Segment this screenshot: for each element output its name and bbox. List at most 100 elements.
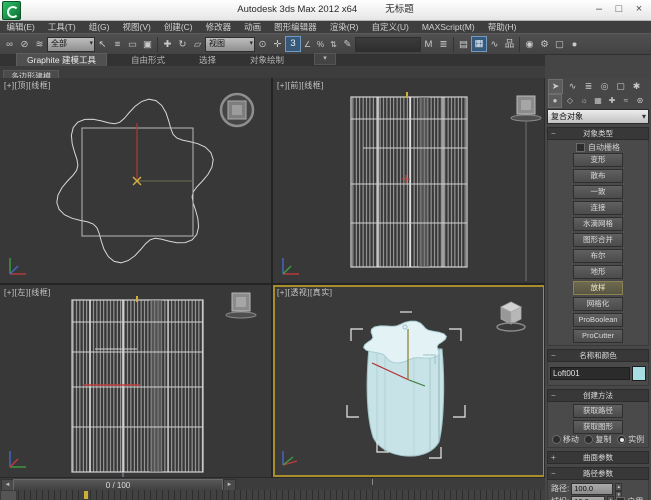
button-morph[interactable]: 变形: [573, 153, 623, 167]
render-icon[interactable]: ●: [567, 37, 582, 52]
menu-create[interactable]: 创建(C): [157, 21, 199, 33]
button-connect[interactable]: 连接: [573, 201, 623, 215]
track-bar[interactable]: [0, 490, 545, 500]
viewport-top[interactable]: [+][顶][线框]: [0, 78, 271, 283]
button-loft[interactable]: 放样: [573, 281, 623, 295]
snap-value-field[interactable]: 10.0: [571, 496, 605, 500]
button-boolean[interactable]: 布尔: [573, 249, 623, 263]
viewport-front-label[interactable]: [+][前][线框]: [277, 80, 324, 91]
select-object-icon[interactable]: ↖: [95, 37, 110, 52]
object-color-swatch[interactable]: [632, 366, 646, 381]
reference-coord-dropdown[interactable]: 视图 ▾: [205, 37, 255, 52]
tab-graphite-modeling[interactable]: Graphite 建模工具: [16, 53, 107, 66]
viewcube[interactable]: [511, 96, 541, 281]
edit-named-sets-icon[interactable]: ✎: [340, 37, 355, 52]
get-path-button[interactable]: 获取路径: [573, 404, 623, 418]
button-terrain[interactable]: 地形: [573, 265, 623, 279]
viewcube[interactable]: [226, 293, 256, 318]
radio-move[interactable]: 移动: [552, 434, 579, 445]
scale-icon[interactable]: ▱: [190, 37, 205, 52]
rendered-frame-icon[interactable]: ▢: [552, 37, 567, 52]
keyframe-marker[interactable]: [84, 491, 88, 499]
geometry-category-dropdown[interactable]: 复合对象 ▾: [547, 109, 649, 124]
tab-utilities-icon[interactable]: ✱: [630, 80, 643, 93]
category-spacewarps-icon[interactable]: ≈: [620, 95, 632, 107]
viewcube[interactable]: [221, 94, 253, 126]
category-lights-icon[interactable]: ☼: [578, 95, 590, 107]
button-shapemerge[interactable]: 图形合并: [573, 233, 623, 247]
category-shapes-icon[interactable]: ◇: [564, 95, 576, 107]
tab-motion-icon[interactable]: ◎: [598, 80, 611, 93]
selection-filter-dropdown[interactable]: 全部 ▾: [47, 37, 95, 52]
object-name-field[interactable]: [550, 367, 630, 380]
category-helpers-icon[interactable]: ✚: [606, 95, 618, 107]
tab-selection[interactable]: 选择: [189, 54, 226, 66]
select-by-name-icon[interactable]: ≡: [110, 37, 125, 52]
menu-help[interactable]: 帮助(H): [481, 21, 523, 33]
viewcube[interactable]: [497, 302, 525, 331]
rollout-object-type-header[interactable]: − 对象类型: [547, 127, 649, 140]
autogrid-checkbox[interactable]: [576, 143, 585, 152]
menu-animation[interactable]: 动画: [238, 21, 268, 33]
ribbon-minimize-icon[interactable]: ▾: [314, 53, 336, 65]
get-shape-button[interactable]: 获取图形: [573, 420, 623, 434]
use-center-icon[interactable]: ⊙: [255, 37, 270, 52]
render-setup-icon[interactable]: ⚙: [537, 37, 552, 52]
minimize-button[interactable]: –: [589, 0, 609, 20]
viewport-front[interactable]: [+][前][线框]: [273, 78, 545, 283]
maximize-button[interactable]: □: [609, 0, 629, 20]
radio-copy[interactable]: 复制: [584, 434, 611, 445]
align-icon[interactable]: ≣: [436, 37, 451, 52]
tab-freeform[interactable]: 自由形式: [121, 54, 175, 66]
category-geometry-icon[interactable]: ●: [548, 94, 562, 108]
snap-spinner-icon[interactable]: ⇅: [327, 37, 340, 52]
menu-rendering[interactable]: 渲染(R): [323, 21, 365, 33]
rollout-path-params-header[interactable]: − 路径参数: [547, 467, 649, 480]
close-button[interactable]: ×: [629, 0, 649, 20]
path-spinner[interactable]: ▴▾: [615, 483, 622, 495]
left-viewport-canvas[interactable]: [0, 285, 271, 477]
snap-percent-icon[interactable]: %: [314, 37, 327, 52]
menu-edit[interactable]: 编辑(E): [0, 21, 41, 33]
rollout-creation-method-header[interactable]: − 创建方法: [547, 389, 649, 402]
category-cameras-icon[interactable]: ▦: [592, 95, 604, 107]
loft-object-3d[interactable]: [364, 321, 447, 456]
menu-maxscript[interactable]: MAXScript(M): [415, 22, 481, 32]
viewport-left[interactable]: [+][左][线框]: [0, 285, 271, 477]
button-proboolean[interactable]: ProBoolean: [573, 313, 623, 327]
rollout-surface-params-header[interactable]: + 曲面参数: [547, 451, 649, 464]
material-editor-icon[interactable]: ◉: [522, 37, 537, 52]
viewport-perspective[interactable]: [+][透视][真实]: [273, 285, 545, 477]
snap-angle-icon[interactable]: ∠: [301, 37, 314, 52]
rect-region-icon[interactable]: ▭: [125, 37, 140, 52]
schematic-view-icon[interactable]: 品: [502, 37, 517, 52]
rotate-icon[interactable]: ↻: [175, 37, 190, 52]
rollout-name-color-header[interactable]: − 名称和颜色: [547, 349, 649, 362]
layer-manager-icon[interactable]: ▤: [456, 37, 471, 52]
button-scatter[interactable]: 散布: [573, 169, 623, 183]
menu-tools[interactable]: 工具(T): [41, 21, 82, 33]
select-manipulate-icon[interactable]: ✛: [270, 37, 285, 52]
viewport-left-label[interactable]: [+][左][线框]: [4, 287, 51, 298]
graphite-toggle-icon[interactable]: ▦: [471, 36, 487, 52]
curve-editor-icon[interactable]: ∿: [487, 37, 502, 52]
select-link-icon[interactable]: ∞: [2, 37, 17, 52]
viewport-top-label[interactable]: [+][顶][线框]: [4, 80, 51, 91]
button-procutter[interactable]: ProCutter: [573, 329, 623, 343]
snap-spinner[interactable]: ▴▾: [607, 496, 614, 500]
path-value-field[interactable]: 100.0: [571, 483, 613, 495]
menu-customize[interactable]: 自定义(U): [365, 21, 415, 33]
bind-spacewarp-icon[interactable]: ≋: [32, 37, 47, 52]
tab-object-paint[interactable]: 对象绘制: [240, 54, 294, 66]
window-crossing-icon[interactable]: ▣: [140, 37, 155, 52]
menu-views[interactable]: 视图(V): [116, 21, 157, 33]
category-systems-icon[interactable]: ⊛: [634, 95, 646, 107]
perspective-viewport-canvas[interactable]: [273, 285, 545, 477]
tab-modify-icon[interactable]: ∿: [566, 80, 579, 93]
menu-modifiers[interactable]: 修改器: [199, 21, 238, 33]
radio-instance[interactable]: 实例: [617, 434, 644, 445]
tab-hierarchy-icon[interactable]: ≣: [582, 80, 595, 93]
button-mesher[interactable]: 网格化: [573, 297, 623, 311]
break-link-icon[interactable]: ⊘: [17, 37, 32, 52]
button-blobmesh[interactable]: 水滴网格: [573, 217, 623, 231]
